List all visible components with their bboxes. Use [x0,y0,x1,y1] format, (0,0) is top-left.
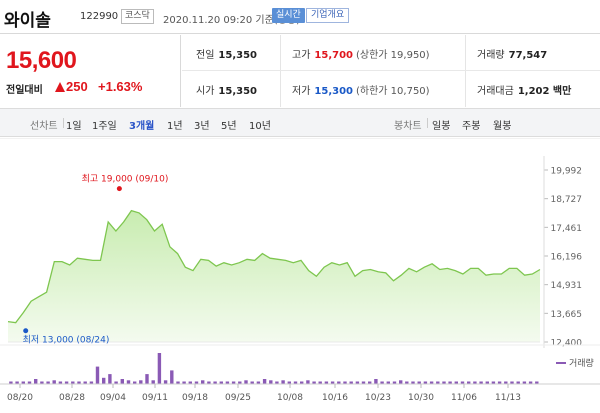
stat-prev-close: 전일 15,350 [196,50,257,61]
x-tick-label: 08/28 [59,393,85,403]
tab-candle-chart[interactable]: 봉차트 [394,117,422,132]
realtime-button[interactable]: 실시간 [272,8,305,23]
x-tick-label: 09/11 [142,393,168,403]
volume-bar [139,380,143,384]
volume-bar [306,380,310,384]
tab-monthly-candle[interactable]: 월봉 [493,117,511,132]
tab-period-3m[interactable]: 3개월 [129,117,154,132]
volume-bar [151,380,155,384]
x-tick-label: 11/06 [451,393,477,403]
stat-high: 고가 15,700 (상한가 19,950) [292,50,430,61]
volume-bar [108,374,112,384]
y-tick-label: 18,727 [551,195,583,205]
y-tick-label: 17,461 [551,224,583,234]
volume-bar [262,379,267,384]
divider [63,118,64,128]
volume-bar [163,380,168,384]
x-tick-label: 09/25 [225,393,251,403]
volume-bar [34,379,38,384]
market-badge: 코스닥 [121,9,154,24]
volume-bar [157,353,162,384]
volume-bar [145,374,149,384]
stock-name: 와이솔 [4,11,51,31]
tab-line-chart[interactable]: 선차트 [30,117,58,132]
volume-bar [244,380,248,384]
volume-bar [281,380,285,384]
chart-tab-bar: 선차트 1일 1주일 3개월 1년 3년 5년 10년 봉차트 일봉 주봉 월봉 [0,108,600,137]
x-tick-label: 09/04 [100,393,126,403]
divider [427,118,428,128]
volume-bar [102,377,106,384]
x-tick-label: 10/30 [408,393,434,403]
price-box: 15,600 전일대비 250 +1.63% [0,35,181,107]
min-annotation: 최저 13,000 (08/24) [23,335,110,346]
volume-bar [170,370,174,384]
x-tick-label: 08/20 [7,393,33,403]
volume-legend: 거래량 [569,357,594,369]
volume-bar [399,380,403,384]
tab-period-10y[interactable]: 10년 [249,117,271,132]
stats-row: 시가 15,350 저가 15,300 (하한가 10,750) 거래대금 1,202 … [182,71,600,107]
stat-open: 시가 15,350 [196,86,257,97]
max-annotation: 최고 19,000 (09/10) [82,174,169,185]
tab-period-5y[interactable]: 5년 [221,117,237,132]
price-stats: 전일 15,350 고가 15,700 (상한가 19,950) 거래량 77,547 … [182,35,600,107]
stat-trade-value: 거래대금 1,202 백만 [477,86,572,97]
volume-bar [201,380,205,384]
y-tick-label: 13,665 [551,310,583,320]
up-triangle-icon [55,82,65,92]
current-price: 15,600 [6,47,77,74]
y-tick-label: 12,400 [551,339,583,349]
stock-code: 122990 [80,11,119,22]
x-tick-label: 10/16 [322,393,348,403]
min-point-marker [23,328,29,334]
change-amount: 250 [66,79,88,94]
change-label: 전일대비 [6,85,43,96]
corp-overview-button[interactable]: 기업개요 [306,8,350,23]
tab-period-1y[interactable]: 1년 [167,117,183,132]
x-tick-label: 11/13 [495,393,521,403]
tab-period-1d[interactable]: 1일 [66,117,82,132]
price-area [8,210,540,342]
stat-volume: 거래량 77,547 [477,50,548,61]
volume-bar [120,379,124,384]
volume-bar [95,366,100,384]
tab-period-3y[interactable]: 3년 [194,117,210,132]
max-point-marker [116,186,122,192]
y-tick-label: 19,992 [551,167,583,177]
tab-weekly-candle[interactable]: 주봉 [462,117,480,132]
x-tick-label: 10/23 [365,393,391,403]
volume-bar [126,380,131,384]
volume-bar [374,379,378,384]
price-chart: 19,992 18,727 17,461 16,196 14,931 13,665 12,4… [0,138,600,403]
tab-daily-candle[interactable]: 일봉 [432,117,450,132]
y-tick-label: 14,931 [551,281,583,291]
volume-bar [52,380,56,384]
stock-header: 와이솔 122990 코스닥 2020.11.20 09:20 기준(장중) 실… [0,0,600,34]
change-percent: +1.63% [98,79,143,94]
stat-low: 저가 15,300 (하한가 10,750) [292,86,430,97]
x-tick-label: 10/08 [277,393,303,403]
stats-row: 전일 15,350 고가 15,700 (상한가 19,950) 거래량 77,547 [182,35,600,71]
y-tick-label: 16,196 [551,253,583,263]
x-tick-label: 09/18 [182,393,208,403]
volume-bar [269,380,273,384]
tab-period-1w[interactable]: 1주일 [92,117,117,132]
